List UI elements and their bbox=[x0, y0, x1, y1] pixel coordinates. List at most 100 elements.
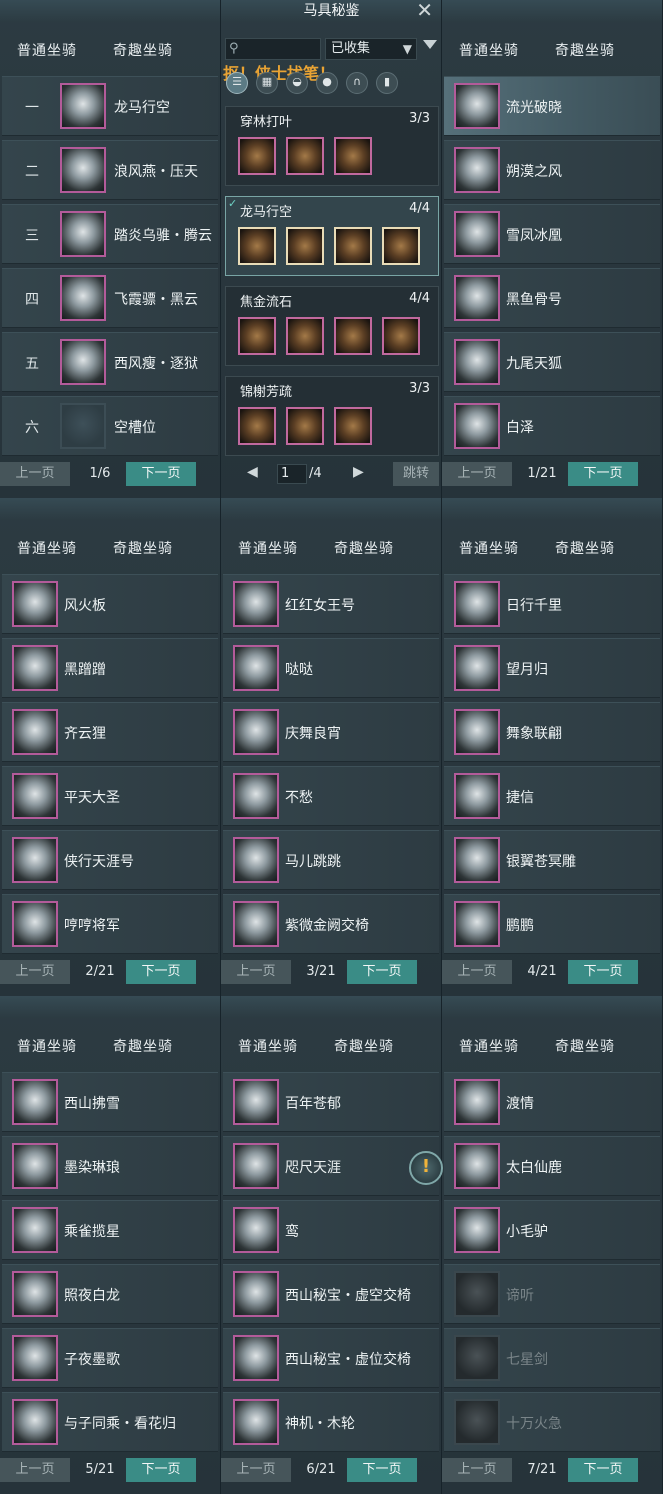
filter-funnel-icon[interactable] bbox=[423, 40, 437, 49]
tab-fun-mounts[interactable]: 奇趣坐骑 bbox=[555, 40, 615, 60]
next-page-button[interactable]: 下一页 bbox=[568, 1458, 638, 1482]
next-page-button[interactable]: 下一页 bbox=[347, 960, 417, 984]
category-ornament-icon[interactable]: ● bbox=[316, 72, 338, 94]
tab-normal-mounts[interactable]: 普通坐骑 bbox=[459, 1036, 519, 1056]
mount-list-item[interactable]: 哒哒 bbox=[223, 638, 439, 698]
category-horseshoe-icon[interactable]: ∩ bbox=[346, 72, 368, 94]
prev-page-button[interactable]: 上一页 bbox=[442, 960, 512, 984]
harness-set-card[interactable]: ✓ 龙马行空 4/4 bbox=[225, 196, 439, 276]
harness-piece-icon[interactable] bbox=[286, 407, 324, 445]
close-icon[interactable]: ✕ bbox=[416, 0, 433, 22]
mount-list-item[interactable]: 黑蹭蹭 bbox=[2, 638, 218, 698]
page-number-input[interactable]: 1 bbox=[277, 464, 307, 484]
harness-piece-icon[interactable] bbox=[334, 227, 372, 265]
harness-piece-icon[interactable] bbox=[334, 137, 372, 175]
mount-list-item[interactable]: 九尾天狐 bbox=[444, 332, 660, 392]
mount-list-item[interactable]: 三 踏炎乌骓・腾云 bbox=[2, 204, 218, 264]
mount-list-item[interactable]: 四 飞霞骠・黑云 bbox=[2, 268, 218, 328]
mount-list-item[interactable]: 望月归 bbox=[444, 638, 660, 698]
mount-list-item[interactable]: 照夜白龙 bbox=[2, 1264, 218, 1324]
tab-fun-mounts[interactable]: 奇趣坐骑 bbox=[334, 1036, 394, 1056]
tab-fun-mounts[interactable]: 奇趣坐骑 bbox=[555, 1036, 615, 1056]
prev-page-button[interactable]: 上一页 bbox=[442, 1458, 512, 1482]
mount-list-item[interactable]: 马儿跳跳 bbox=[223, 830, 439, 890]
mount-list-item[interactable]: 二 浪风燕・压天 bbox=[2, 140, 218, 200]
harness-piece-icon[interactable] bbox=[286, 137, 324, 175]
next-page-arrow-icon[interactable]: ▶ bbox=[353, 464, 364, 480]
prev-page-button[interactable]: 上一页 bbox=[0, 462, 70, 486]
mount-list-item[interactable]: 咫尺天涯 bbox=[223, 1136, 439, 1196]
harness-piece-icon[interactable] bbox=[238, 227, 276, 265]
tab-normal-mounts[interactable]: 普通坐骑 bbox=[17, 1036, 77, 1056]
mount-list-item[interactable]: 不愁 bbox=[223, 766, 439, 826]
next-page-button[interactable]: 下一页 bbox=[347, 1458, 417, 1482]
mount-list-item[interactable]: 六 空槽位 bbox=[2, 396, 218, 456]
mount-list-item[interactable]: 与子同乘・看花归 bbox=[2, 1392, 218, 1452]
mount-list-item[interactable]: 西山秘宝・虚空交椅 bbox=[223, 1264, 439, 1324]
next-page-button[interactable]: 下一页 bbox=[568, 960, 638, 984]
harness-piece-icon[interactable] bbox=[238, 137, 276, 175]
mount-list-item[interactable]: 百年苍郁 bbox=[223, 1072, 439, 1132]
mount-list-item[interactable]: 白泽 bbox=[444, 396, 660, 456]
category-saddle-icon[interactable]: ◒ bbox=[286, 72, 308, 94]
next-page-button[interactable]: 下一页 bbox=[126, 1458, 196, 1482]
mount-list-item[interactable]: 庆舞良宵 bbox=[223, 702, 439, 762]
mount-list-item[interactable]: 舞象联翩 bbox=[444, 702, 660, 762]
tab-fun-mounts[interactable]: 奇趣坐骑 bbox=[113, 40, 173, 60]
mount-list-item[interactable]: 墨染琳琅 bbox=[2, 1136, 218, 1196]
mount-list-item[interactable]: 平天大圣 bbox=[2, 766, 218, 826]
tab-normal-mounts[interactable]: 普通坐骑 bbox=[17, 40, 77, 60]
collection-filter-select[interactable]: 已收集 ▼ bbox=[325, 38, 417, 60]
mount-list-item[interactable]: 小毛驴 bbox=[444, 1200, 660, 1260]
mount-list-item[interactable]: 黑鱼骨号 bbox=[444, 268, 660, 328]
prev-page-button[interactable]: 上一页 bbox=[221, 960, 291, 984]
tab-normal-mounts[interactable]: 普通坐骑 bbox=[238, 538, 298, 558]
prev-page-button[interactable]: 上一页 bbox=[0, 960, 70, 984]
harness-piece-icon[interactable] bbox=[382, 227, 420, 265]
tab-normal-mounts[interactable]: 普通坐骑 bbox=[17, 538, 77, 558]
mount-list-item[interactable]: 风火板 bbox=[2, 574, 218, 634]
mount-list-item[interactable]: 紫微金阙交椅 bbox=[223, 894, 439, 954]
mount-list-item[interactable]: 乘雀揽星 bbox=[2, 1200, 218, 1260]
search-input[interactable]: ⚲ bbox=[225, 38, 321, 60]
mount-list-item[interactable]: 朔漠之风 bbox=[444, 140, 660, 200]
mount-list-item[interactable]: 子夜墨歌 bbox=[2, 1328, 218, 1388]
harness-piece-icon[interactable] bbox=[238, 317, 276, 355]
mount-list-item[interactable]: 一 龙马行空 bbox=[2, 76, 218, 136]
tab-normal-mounts[interactable]: 普通坐骑 bbox=[459, 40, 519, 60]
next-page-button[interactable]: 下一页 bbox=[568, 462, 638, 486]
mount-list-item[interactable]: 红红女王号 bbox=[223, 574, 439, 634]
mount-list-item[interactable]: 谛听 bbox=[444, 1264, 660, 1324]
harness-piece-icon[interactable] bbox=[286, 227, 324, 265]
mount-list-item[interactable]: 西山拂雪 bbox=[2, 1072, 218, 1132]
category-grid-icon[interactable]: ▦ bbox=[256, 72, 278, 94]
prev-page-button[interactable]: 上一页 bbox=[0, 1458, 70, 1482]
tab-fun-mounts[interactable]: 奇趣坐骑 bbox=[334, 538, 394, 558]
mount-list-item[interactable]: 侠行天涯号 bbox=[2, 830, 218, 890]
mount-list-item[interactable]: 流光破晓 bbox=[444, 76, 660, 136]
next-page-button[interactable]: 下一页 bbox=[126, 960, 196, 984]
mount-list-item[interactable]: 捷信 bbox=[444, 766, 660, 826]
harness-piece-icon[interactable] bbox=[238, 407, 276, 445]
next-page-button[interactable]: 下一页 bbox=[126, 462, 196, 486]
harness-piece-icon[interactable] bbox=[334, 317, 372, 355]
harness-piece-icon[interactable] bbox=[286, 317, 324, 355]
mount-list-item[interactable]: 哼哼将军 bbox=[2, 894, 218, 954]
mount-list-item[interactable]: 太白仙鹿 bbox=[444, 1136, 660, 1196]
tab-fun-mounts[interactable]: 奇趣坐骑 bbox=[113, 1036, 173, 1056]
harness-piece-icon[interactable] bbox=[382, 317, 420, 355]
category-all-icon[interactable]: ☰ bbox=[226, 72, 248, 94]
tab-normal-mounts[interactable]: 普通坐骑 bbox=[459, 538, 519, 558]
harness-set-card[interactable]: 穿林打叶 3/3 bbox=[225, 106, 439, 186]
mount-list-item[interactable]: 鸾 bbox=[223, 1200, 439, 1260]
mount-list-item[interactable]: 五 西风瘦・逐狱 bbox=[2, 332, 218, 392]
mount-list-item[interactable]: 神机・木轮 bbox=[223, 1392, 439, 1452]
harness-piece-icon[interactable] bbox=[334, 407, 372, 445]
jump-button[interactable]: 跳转 bbox=[393, 462, 439, 486]
alert-notification-icon[interactable]: ! bbox=[409, 1151, 443, 1185]
prev-page-arrow-icon[interactable]: ◀ bbox=[247, 464, 258, 480]
mount-list-item[interactable]: 七星剑 bbox=[444, 1328, 660, 1388]
harness-set-card[interactable]: 锦榭芳疏 3/3 bbox=[225, 376, 439, 456]
mount-list-item[interactable]: 日行千里 bbox=[444, 574, 660, 634]
mount-list-item[interactable]: 西山秘宝・虚位交椅 bbox=[223, 1328, 439, 1388]
